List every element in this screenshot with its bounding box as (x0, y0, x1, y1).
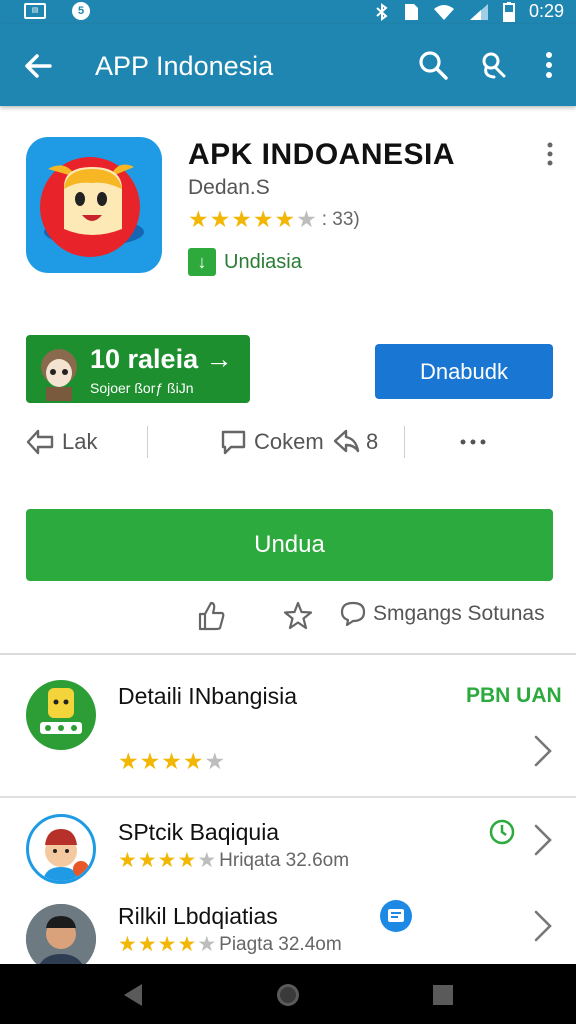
thumbs-up-icon (198, 601, 225, 631)
blue-action-button[interactable]: Dnabudk (375, 344, 553, 399)
promo-banner[interactable]: 10 raleia → Sojoer ßorƒ ßiJn (26, 335, 250, 403)
promo-title: 10 raleia → (90, 344, 233, 374)
share-action[interactable]: 8 (332, 420, 378, 464)
chevron-right-icon[interactable] (530, 822, 556, 858)
wifi-icon (433, 4, 454, 20)
list-item-title: Rilkil Lbdqiatias (118, 903, 278, 929)
promo-subtitle: Sojoer ßorƒ ßiJn (90, 380, 194, 396)
chevron-right-icon[interactable] (530, 733, 556, 769)
list-item[interactable]: Rilkil Lbdqiatias ★★★★★ Piagta 32.4om (0, 894, 576, 964)
lak-action[interactable]: Lak (26, 420, 97, 464)
rating-stars: ★★★★★ (118, 849, 218, 872)
list-item-meta: Piagta 32.4om (219, 933, 342, 955)
list-item-rating: ★★★★★ Hriqata 32.6om (118, 848, 349, 873)
rating-stars: ★★★★★ (118, 748, 227, 774)
app-icon (26, 137, 162, 273)
comments-link[interactable]: Smgangs Sotunas (339, 600, 545, 628)
list-item-rating: ★★★★★ Piagta 32.4om (118, 932, 342, 957)
app-more-icon[interactable] (540, 140, 560, 170)
chevron-right-icon[interactable] (530, 908, 556, 944)
install-button[interactable]: Undua (26, 509, 553, 581)
action-divider (404, 426, 405, 458)
list-item[interactable]: SPtcik Baqiquia ★★★★★ Hriqata 32.6om (0, 798, 576, 894)
download-badge: ↓ Undiasia (188, 248, 302, 276)
comment-icon (221, 430, 246, 455)
app-bar: APP Indonesia (0, 24, 576, 106)
more-vert-icon[interactable] (530, 46, 568, 84)
clock-badge-icon (489, 819, 515, 845)
navigation-bar (0, 964, 576, 1024)
star-button[interactable] (282, 600, 314, 632)
download-icon: ↓ (188, 248, 216, 276)
rating-stars: ★★★★★ (118, 933, 218, 956)
search-icon[interactable] (414, 46, 452, 84)
app-bar-title: APP Indonesia (95, 51, 274, 81)
thumbs-up-button[interactable] (196, 600, 226, 632)
image-notification-icon: ▤ (24, 3, 46, 19)
comments-label: Smgangs Sotunas (373, 602, 545, 625)
list-item-tag: PBN UAN (466, 684, 562, 707)
list-item-rating: ★★★★★ (118, 748, 226, 775)
star-outline-icon (283, 601, 313, 630)
app-notification-icon: 5 (72, 2, 90, 20)
avatar-boy-icon (43, 829, 89, 881)
battery-icon (502, 1, 515, 22)
nav-recents-icon[interactable] (428, 980, 458, 1010)
avatar-person-icon (26, 904, 96, 964)
share-arrow-icon (26, 429, 54, 455)
back-arrow-icon[interactable] (20, 48, 56, 84)
comment-label: Cokem (254, 429, 324, 454)
download-badge-label: Undiasia (224, 250, 302, 273)
bluetooth-icon (376, 2, 388, 21)
list-app-icon (26, 904, 96, 964)
developer-name[interactable]: Dedan.S (188, 175, 270, 201)
status-bar: ▤ 5 0:29 (0, 0, 576, 24)
share-count: 8 (366, 429, 379, 454)
rating-stars: ★★★★★★ (188, 206, 318, 232)
list-item[interactable]: Detaili INbangisia PBN UAN ★★★★★ (0, 656, 576, 796)
lak-label: Lak (62, 429, 98, 454)
blue-badge-icon (380, 900, 412, 932)
list-app-icon (26, 680, 96, 750)
speech-bubble-icon (340, 601, 366, 627)
list-item-meta: Hriqata 32.6om (219, 849, 350, 871)
promo-character-icon (41, 349, 77, 401)
signal-icon (469, 3, 488, 20)
action-row: Lak Cokem 8 (0, 420, 576, 464)
nav-back-icon[interactable] (118, 980, 148, 1010)
comment-action[interactable]: Cokem (220, 420, 324, 464)
mascot-green-icon (40, 688, 82, 734)
app-rating: ★★★★★★ : 33) (188, 206, 360, 233)
secondary-row: Smgangs Sotunas (0, 596, 576, 640)
list-item-title: Detaili INbangisia (118, 683, 297, 709)
status-time: 0:29 (528, 1, 564, 21)
list-item-title: SPtcik Baqiquia (118, 819, 280, 845)
sim-icon (404, 3, 418, 20)
mascot-logo-icon (40, 157, 144, 257)
app-name: APK INDOANESIA (188, 138, 456, 171)
share-icon (333, 429, 360, 453)
nav-home-icon[interactable] (273, 980, 303, 1010)
more-horiz-icon[interactable] (458, 432, 488, 452)
section-divider (0, 653, 576, 655)
action-divider (147, 426, 148, 458)
list-app-icon (26, 814, 96, 884)
rating-count: : 33) (321, 208, 360, 230)
voice-search-icon[interactable] (474, 46, 512, 84)
